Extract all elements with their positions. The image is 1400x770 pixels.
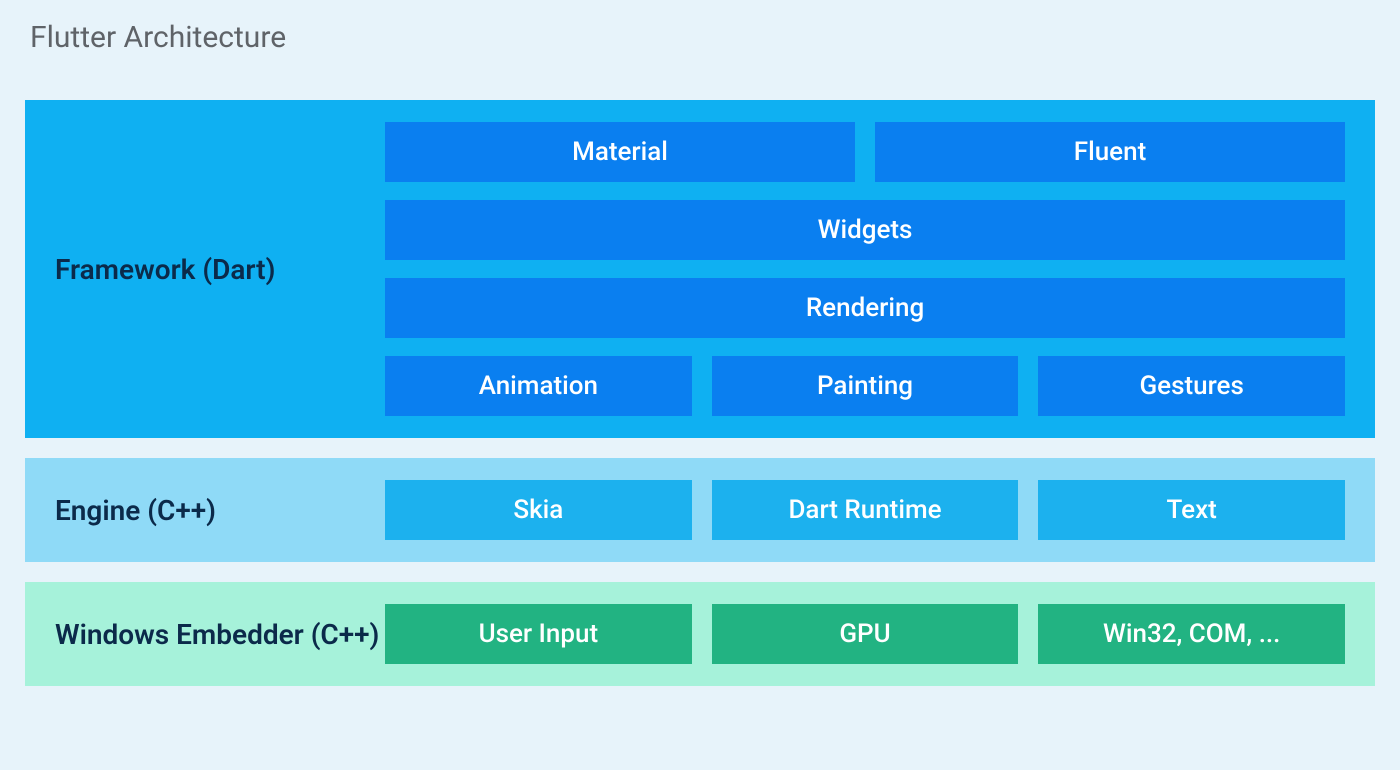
- block-gestures: Gestures: [1038, 356, 1345, 416]
- embedder-content: User Input GPU Win32, COM, ...: [385, 604, 1345, 664]
- block-dart-runtime: Dart Runtime: [712, 480, 1019, 540]
- embedder-layer: Windows Embedder (C++) User Input GPU Wi…: [25, 582, 1375, 686]
- block-gpu: GPU: [712, 604, 1019, 664]
- block-animation: Animation: [385, 356, 692, 416]
- framework-row-top: Material Fluent: [385, 122, 1345, 182]
- framework-label: Framework (Dart): [55, 253, 385, 286]
- framework-content: Material Fluent Widgets Rendering Animat…: [385, 122, 1345, 416]
- block-win32: Win32, COM, ...: [1038, 604, 1345, 664]
- diagram-title: Flutter Architecture: [30, 20, 1375, 55]
- framework-layer: Framework (Dart) Material Fluent Widgets…: [25, 100, 1375, 438]
- engine-content: Skia Dart Runtime Text: [385, 480, 1345, 540]
- engine-label: Engine (C++): [55, 494, 385, 527]
- block-painting: Painting: [712, 356, 1019, 416]
- engine-layer: Engine (C++) Skia Dart Runtime Text: [25, 458, 1375, 562]
- embedder-row: User Input GPU Win32, COM, ...: [385, 604, 1345, 664]
- block-text: Text: [1038, 480, 1345, 540]
- block-widgets: Widgets: [385, 200, 1345, 260]
- framework-row-widgets: Widgets: [385, 200, 1345, 260]
- framework-row-bottom: Animation Painting Gestures: [385, 356, 1345, 416]
- block-user-input: User Input: [385, 604, 692, 664]
- engine-row: Skia Dart Runtime Text: [385, 480, 1345, 540]
- block-material: Material: [385, 122, 855, 182]
- embedder-label: Windows Embedder (C++): [55, 618, 385, 651]
- block-fluent: Fluent: [875, 122, 1345, 182]
- layers-container: Framework (Dart) Material Fluent Widgets…: [25, 100, 1375, 686]
- block-skia: Skia: [385, 480, 692, 540]
- block-rendering: Rendering: [385, 278, 1345, 338]
- framework-row-rendering: Rendering: [385, 278, 1345, 338]
